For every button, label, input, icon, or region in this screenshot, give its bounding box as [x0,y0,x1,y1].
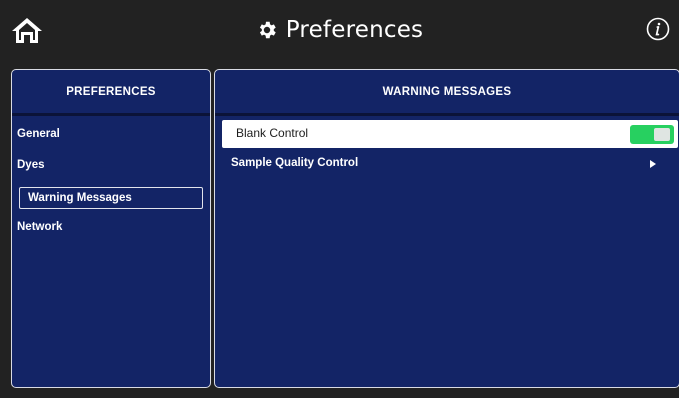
info-button[interactable] [646,17,670,41]
blank-control-label: Blank Control [236,126,309,140]
blank-control-toggle[interactable] [630,125,674,144]
nav-item-warning-messages[interactable]: Warning Messages [19,187,203,209]
nav-item-dyes[interactable]: Dyes [17,159,45,171]
sample-quality-control-label: Sample Quality Control [231,157,359,169]
preferences-nav-panel: PREFERENCES General Dyes Warning Message… [11,69,211,388]
toggle-knob [654,128,670,141]
nav-item-general[interactable]: General [17,128,60,140]
blank-control-row[interactable]: Blank Control [222,120,678,148]
chevron-right-icon [650,160,656,168]
warning-messages-panel: WARNING MESSAGES Blank Control Sample Qu… [214,69,679,388]
home-icon [12,18,42,43]
preferences-screen: Preferences PREFERENCES General Dyes War… [0,0,679,398]
nav-item-network[interactable]: Network [17,221,62,233]
preferences-nav-header: PREFERENCES [12,70,210,116]
home-button[interactable] [10,14,44,46]
sample-quality-control-row[interactable]: Sample Quality Control [222,152,678,176]
top-bar: Preferences [0,0,679,62]
gear-icon [256,19,278,41]
page-title-wrap: Preferences [0,14,679,46]
page-title: Preferences [285,17,424,43]
info-icon [646,17,670,41]
warning-messages-header: WARNING MESSAGES [215,70,679,116]
